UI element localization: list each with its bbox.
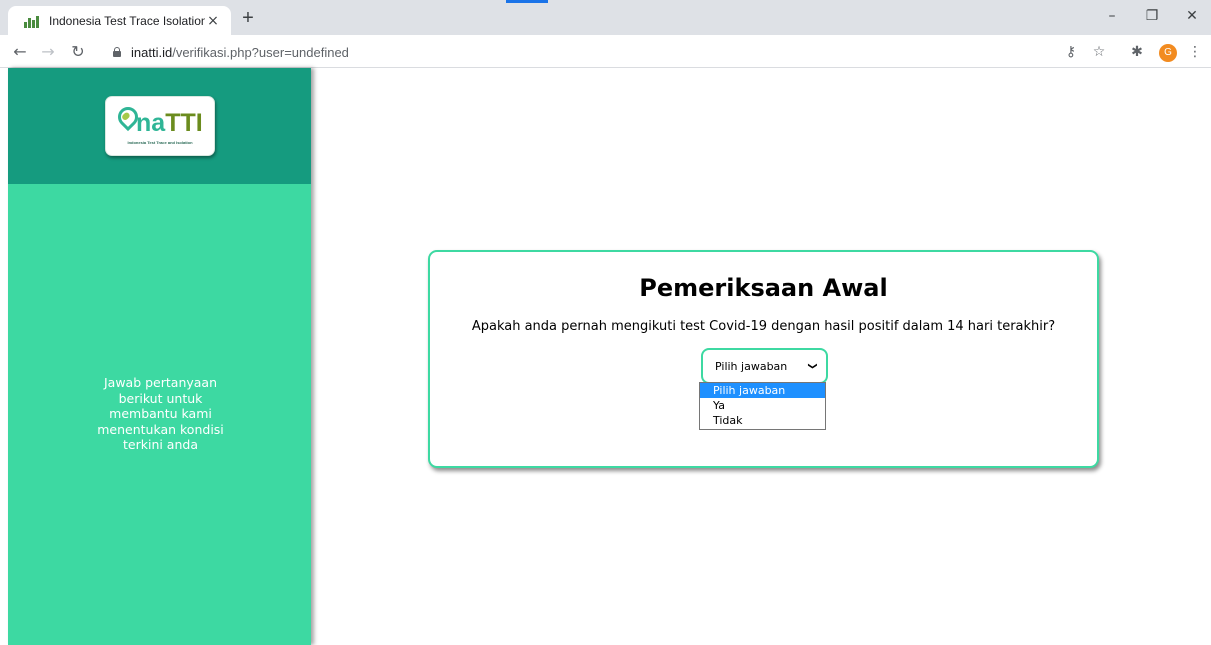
page: naTTI Indonesia Test Trace and Isolation… [0,68,1211,645]
page-title: Pemeriksaan Awal [639,274,888,302]
back-arrow-icon[interactable]: ← [8,40,32,64]
new-tab-button[interactable]: + [238,8,258,29]
option-tidak[interactable]: Tidak [700,413,825,428]
sidebar: naTTI Indonesia Test Trace and Isolation… [8,68,311,645]
logo-wordmark: naTTI [136,109,203,137]
url-path: /verifikasi.php?user=undefined [172,44,349,60]
chevron-down-icon: ❯ [807,362,818,370]
inatti-logo: naTTI Indonesia Test Trace and Isolation [105,96,215,156]
inatti-favicon-icon [24,14,40,28]
select-value: Pilih jawaban [715,359,788,373]
lock-icon[interactable] [112,47,122,57]
forward-arrow-icon[interactable]: → [36,40,60,64]
extensions-puzzle-icon[interactable]: ✱ [1126,41,1148,63]
tab-strip: Indonesia Test Trace Isolation × + – ❐ ✕ [0,0,1211,35]
address-bar[interactable]: inatti.id/verifikasi.php?user=undefined [104,38,1104,66]
browser-toolbar: ← → ↻ inatti.id/verifikasi.php?user=unde… [0,35,1211,68]
option-ya[interactable]: Ya [700,398,825,413]
logo-subtitle: Indonesia Test Trace and Isolation [127,140,193,145]
window-close-icon[interactable]: ✕ [1172,4,1211,28]
option-pilih-jawaban[interactable]: Pilih jawaban [700,383,825,398]
answer-select[interactable]: Pilih jawaban ❯ [701,348,828,384]
reload-icon[interactable]: ↻ [66,40,90,64]
minimize-icon[interactable]: – [1092,4,1132,28]
loading-indicator [506,0,548,3]
sidebar-message: Jawab pertanyaan berikut untuk membantu … [97,375,224,452]
sidebar-header: naTTI Indonesia Test Trace and Isolation [8,68,311,184]
url-host: inatti.id [131,44,173,60]
question-text: Apakah anda pernah mengikuti test Covid-… [471,319,1056,334]
star-icon[interactable]: ☆ [1088,41,1110,63]
menu-kebab-icon[interactable]: ⋮ [1184,41,1206,63]
browser-tab[interactable]: Indonesia Test Trace Isolation × [8,6,231,35]
key-icon[interactable]: ⚷ [1060,41,1082,63]
question-card: Pemeriksaan Awal Apakah anda pernah meng… [428,250,1099,468]
restore-icon[interactable]: ❐ [1132,4,1172,28]
tab-title: Indonesia Test Trace Isolation [49,13,205,28]
select-dropdown-list: Pilih jawaban Ya Tidak [699,382,826,430]
profile-avatar[interactable]: G [1159,44,1177,62]
tab-close-icon[interactable]: × [205,13,221,29]
